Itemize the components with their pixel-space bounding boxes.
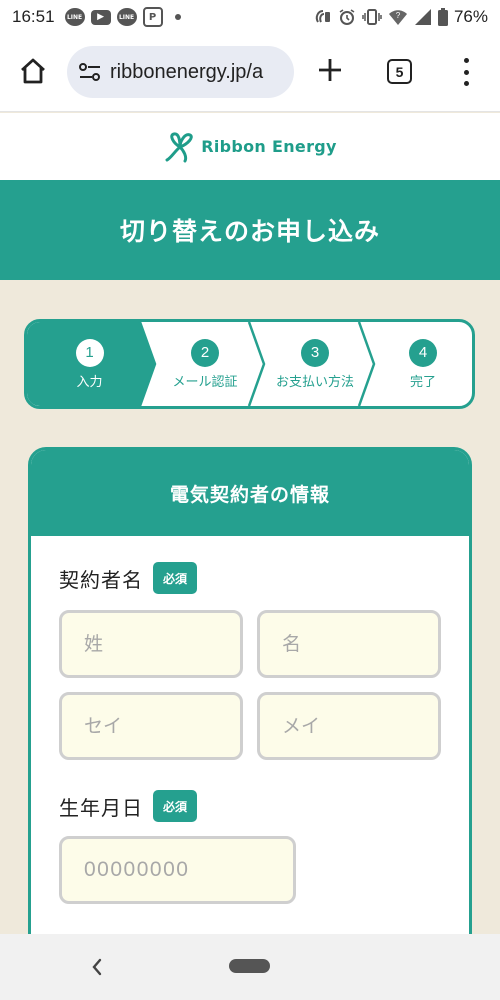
line-notification-icon: LINE [64, 8, 85, 26]
url-text[interactable]: ribbonenergy.jp/a [110, 61, 263, 84]
address-bar[interactable]: ribbonenergy.jp/a [67, 46, 294, 98]
page-title: 切り替えのお申し込み [119, 217, 380, 246]
name-label-row: 契約者名 必須 [59, 562, 198, 594]
notification-icons: LINE ▶ LINE P [64, 7, 181, 27]
signal-icon [414, 9, 431, 25]
step-label: 入力 [76, 374, 103, 390]
step-number: 2 [191, 338, 219, 367]
alarm-icon [339, 9, 355, 25]
step-label: 完了 [409, 374, 436, 390]
required-badge: 必須 [153, 790, 198, 822]
first-name-kana-input[interactable] [257, 692, 441, 760]
contract-name-label: 契約者名 [59, 567, 143, 592]
status-bar: 16:51 LINE ▶ LINE P ? 76% [0, 0, 500, 34]
card-header: 電気契約者の情報 [31, 450, 469, 536]
back-chevron-icon[interactable] [86, 954, 106, 980]
required-badge: 必須 [153, 562, 198, 594]
system-icons: ? 76% [314, 7, 488, 27]
status-time: 16:51 [12, 7, 55, 26]
step-input: 1 入力 [27, 322, 152, 406]
first-name-input[interactable] [257, 610, 441, 678]
more-notifications-dot-icon [174, 14, 181, 20]
site-settings-icon[interactable] [79, 63, 101, 81]
battery-icon [437, 8, 448, 26]
birthdate-label-row: 生年月日 必須 [59, 790, 198, 822]
site-header: Ribbon Energy [0, 113, 500, 180]
title-banner: 切り替えのお申し込み [0, 180, 500, 280]
step-payment-method: 3 お支払い方法 [264, 322, 366, 406]
last-name-input[interactable] [59, 610, 243, 678]
svg-text:?: ? [396, 11, 401, 20]
wifi-icon: ? [388, 10, 407, 25]
home-gesture-pill[interactable] [229, 959, 270, 973]
section-title: 電気契約者の情報 [169, 483, 330, 506]
step-number: 3 [301, 338, 329, 367]
birthdate-input[interactable] [59, 836, 296, 904]
vibrate-icon [362, 9, 382, 25]
progress-stepper: 1 入力 2 メール認証 3 お支払い方法 4 完了 [24, 319, 475, 409]
birthdate-label: 生年月日 [59, 795, 143, 820]
line-notification-icon: LINE [116, 8, 137, 26]
tab-switcher-button[interactable]: 5 [387, 59, 412, 84]
ribbon-logo-icon[interactable] [163, 131, 197, 163]
battery-percentage: 76% [453, 7, 488, 26]
parking-notification-icon: P [142, 7, 163, 27]
step-label: お支払い方法 [275, 374, 354, 390]
nfc-icon [315, 10, 330, 23]
system-navigation-bar [0, 934, 500, 1000]
home-icon[interactable] [18, 56, 48, 86]
step-number: 1 [75, 338, 104, 367]
contract-holder-form-card: 電気契約者の情報 契約者名 必須 生年月日 必須 [28, 447, 472, 967]
step-label: メール認証 [172, 374, 238, 390]
youtube-notification-icon: ▶ [90, 9, 111, 25]
new-tab-icon[interactable] [316, 56, 344, 84]
overflow-menu-icon[interactable] [455, 58, 477, 86]
logo-text[interactable]: Ribbon Energy [201, 137, 337, 156]
browser-toolbar: ribbonenergy.jp/a 5 [0, 34, 500, 112]
step-complete: 4 完了 [374, 322, 472, 406]
last-name-kana-input[interactable] [59, 692, 243, 760]
step-email-verification: 2 メール認証 [155, 322, 255, 406]
step-number: 4 [409, 338, 437, 367]
